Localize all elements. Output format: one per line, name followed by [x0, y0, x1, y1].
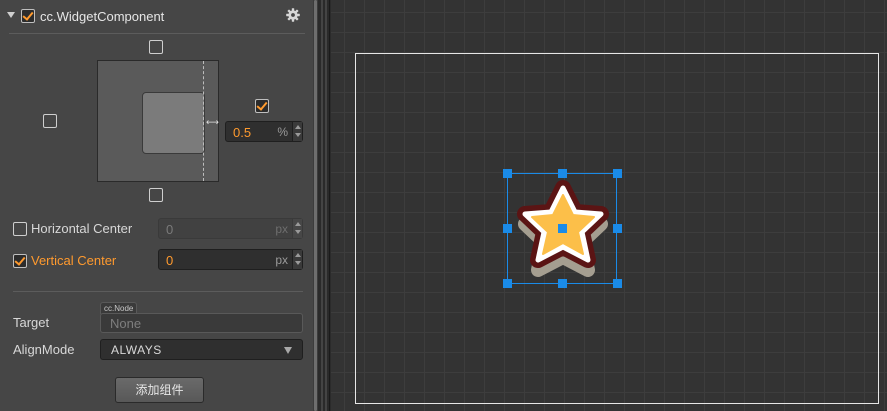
right-offset-value: 0.5 [233, 125, 252, 140]
horizontal-center-field[interactable]: 0 px [158, 218, 303, 239]
horizontal-center-unit: px [275, 222, 288, 236]
resize-handle-top-right[interactable] [613, 169, 622, 178]
resize-handle-bottom-left[interactable] [503, 279, 512, 288]
align-top-checkbox[interactable] [149, 40, 163, 54]
anchor-point-handle[interactable] [558, 224, 567, 233]
chevron-down-icon [284, 347, 292, 354]
resize-handle-left[interactable] [503, 224, 512, 233]
collapse-triangle-icon[interactable] [7, 12, 15, 18]
horizontal-center-label: Horizontal Center [31, 221, 133, 236]
alignment-preview-node [142, 92, 205, 154]
align-mode-label: AlignMode [13, 342, 75, 357]
scene-view[interactable] [331, 0, 887, 411]
alignment-right-guide [203, 61, 204, 181]
horizontal-center-checkbox[interactable] [13, 222, 27, 236]
right-offset-unit: % [277, 125, 288, 139]
resize-handle-top-left[interactable] [503, 169, 512, 178]
align-mode-select[interactable]: ALWAYS [100, 339, 303, 360]
target-placeholder: None [110, 316, 142, 331]
vertical-center-stepper[interactable] [292, 250, 302, 269]
vertical-center-unit: px [275, 253, 288, 267]
resize-handle-bottom[interactable] [558, 279, 567, 288]
resize-handle-right[interactable] [613, 224, 622, 233]
vertical-center-checkbox[interactable] [13, 254, 27, 268]
align-right-checkbox[interactable] [255, 99, 269, 113]
align-left-checkbox[interactable] [43, 114, 57, 128]
vertical-center-field[interactable]: 0 px [158, 249, 303, 270]
add-component-button[interactable]: 添加组件 [115, 377, 204, 403]
alignment-preview: ⟷ [97, 60, 219, 182]
horizontal-center-value: 0 [166, 222, 174, 237]
panel-splitter[interactable] [318, 0, 330, 411]
component-title: cc.WidgetComponent [40, 9, 165, 24]
header-divider [9, 33, 305, 34]
right-offset-stepper[interactable] [292, 122, 302, 141]
double-arrow-icon: ⟷ [206, 117, 219, 127]
target-node-field[interactable]: None [100, 313, 303, 333]
target-label: Target [13, 315, 50, 330]
vertical-center-value: 0 [166, 253, 174, 268]
resize-handle-bottom-right[interactable] [613, 279, 622, 288]
scrollbar-thumb[interactable] [314, 0, 317, 411]
right-offset-field[interactable]: 0.5 % [225, 121, 303, 142]
vertical-center-label: Vertical Center [31, 253, 117, 268]
align-mode-value: ALWAYS [111, 343, 162, 357]
inspector-panel: cc.WidgetComponent ⟷ 0.5 % Horizontal Ce… [0, 0, 313, 411]
resize-handle-top[interactable] [558, 169, 567, 178]
component-enabled-checkbox[interactable] [21, 9, 35, 23]
align-bottom-checkbox[interactable] [149, 188, 163, 202]
component-header[interactable]: cc.WidgetComponent [0, 0, 313, 33]
section-divider [13, 291, 303, 292]
horizontal-center-stepper[interactable] [292, 219, 302, 238]
gear-icon[interactable] [285, 7, 301, 23]
